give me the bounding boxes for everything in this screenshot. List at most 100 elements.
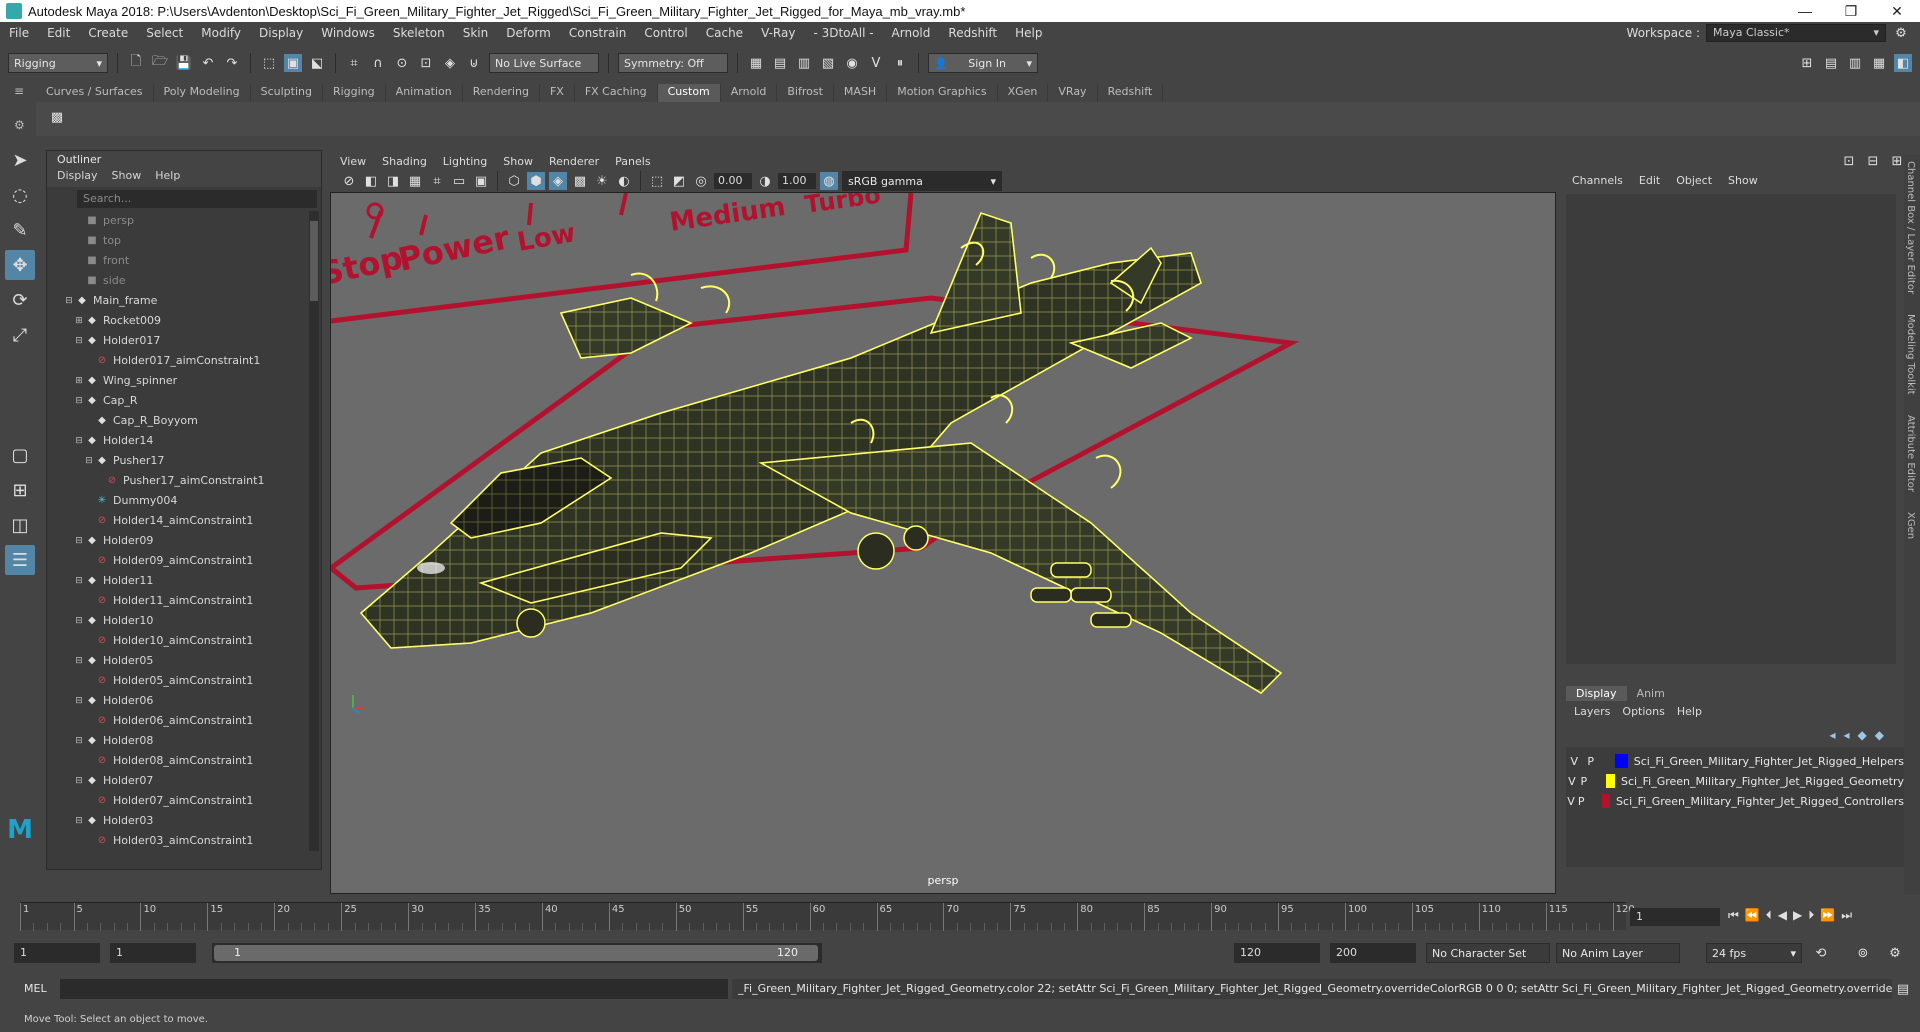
outliner-search[interactable]: Search... [77,190,317,208]
expand-toggle-icon[interactable]: ⊞ [73,311,85,331]
layer-playback-toggle[interactable]: P [1578,775,1590,788]
outliner-row[interactable]: ⊟ ◆ Holder08 [47,731,309,751]
shelf-tab-arnold[interactable]: Arnold [721,84,778,102]
textured-icon[interactable]: ▩ [571,172,589,190]
select-camera-icon[interactable]: ⊘ [340,172,358,190]
menu-display[interactable]: Display [250,26,312,40]
bookmark-icon[interactable]: ◨ [384,172,402,190]
command-input[interactable] [60,979,728,999]
outliner-row[interactable]: ⊟ ◆ Holder06 [47,691,309,711]
color-space-dropdown[interactable]: sRGB gamma ▾ [842,171,1002,191]
outliner-row[interactable]: ⊘ Holder017_aimConstraint1 [47,351,309,371]
expand-toggle-icon[interactable]: ⊟ [73,811,85,831]
outliner-row[interactable]: ⊟ ◆ Holder05 [47,651,309,671]
expand-toggle-icon[interactable]: ⊟ [73,531,85,551]
outliner-row[interactable]: ■ top [47,231,309,251]
loop-icon[interactable]: ⟲ [1812,944,1830,962]
expand-toggle-icon[interactable]: ⊟ [73,651,85,671]
outliner-row[interactable]: ⊘ Holder07_aimConstraint1 [47,791,309,811]
layer-menu-layers[interactable]: Layers [1574,705,1610,718]
shelf-tab-curves-surfaces[interactable]: Curves / Surfaces [36,84,154,102]
xray-icon[interactable]: ◩ [670,172,688,190]
step-back-frame-icon[interactable]: ⏴ [1766,908,1772,923]
menu-skeleton[interactable]: Skeleton [384,26,454,40]
channel-box-icon-a[interactable]: ⊡ [1840,152,1858,170]
ipr-render-icon[interactable]: ▥ [795,54,813,72]
outliner-row[interactable]: ✳ Dummy004 [47,491,309,511]
image-plane-icon[interactable]: ▦ [406,172,424,190]
play-forwards-icon[interactable]: ▶ [1793,908,1802,923]
menu-deform[interactable]: Deform [497,26,560,40]
minimize-button[interactable]: — [1782,3,1828,20]
outliner-row[interactable]: ■ persp [47,211,309,231]
outliner-menu-display[interactable]: Display [57,169,98,187]
exposure-field[interactable]: 0.00 [714,173,752,189]
shelf-tab-vray[interactable]: VRay [1048,84,1098,102]
outliner-row[interactable]: ⊟ ◆ Holder017 [47,331,309,351]
outliner-layout-icon[interactable]: ☰ [5,545,35,575]
layer-move-up-icon[interactable]: ◂ [1829,728,1835,742]
viewport-menu-panels[interactable]: Panels [615,155,650,168]
playback-end-field[interactable]: 120 [1234,943,1320,963]
outliner-row[interactable]: ⊟ ◆ Holder03 [47,811,309,831]
shelf-tab-xgen[interactable]: XGen [998,84,1049,102]
layer-row[interactable]: V P Sci_Fi_Green_Military_Fighter_Jet_Rigg… [1566,751,1904,771]
layer-row[interactable]: V P Sci_Fi_Green_Military_Fighter_Jet_Rigg… [1566,791,1904,811]
wireframe-icon[interactable]: ⬡ [505,172,523,190]
outliner-row[interactable]: ⊞ ◆ Rocket009 [47,311,309,331]
snap-point-icon[interactable]: ⊙ [393,54,411,72]
anim-prefs-icon[interactable]: ⚙ [1886,944,1904,962]
fps-dropdown[interactable]: 24 fps ▾ [1706,943,1802,963]
viewport-menu-view[interactable]: View [340,155,366,168]
outliner-row[interactable]: ⊟ ◆ Pusher17 [47,451,309,471]
menuset-dropdown[interactable]: Rigging ▾ [8,53,108,73]
menu-modify[interactable]: Modify [192,26,250,40]
current-frame-field[interactable]: 1 [1630,908,1720,926]
gear-icon[interactable]: ⚙ [14,118,25,132]
expand-toggle-icon[interactable]: ⊞ [73,371,85,391]
menu-3dtoall[interactable]: - 3DtoAll - [804,26,882,40]
gamma-field[interactable]: 1.00 [778,173,816,189]
save-scene-icon[interactable]: 💾 [175,54,193,72]
wireframe-on-shaded-icon[interactable]: ◈ [549,172,567,190]
layer-color-swatch[interactable] [1605,774,1616,788]
expand-toggle-icon[interactable]: ⊟ [73,431,85,451]
gear-icon[interactable]: ⚙ [1892,24,1910,42]
channel-menu-edit[interactable]: Edit [1639,174,1660,187]
menu-skin[interactable]: Skin [454,26,498,40]
expand-toggle-icon[interactable]: ⊟ [63,291,75,311]
grid-icon[interactable]: ⌗ [428,172,446,190]
undo-icon[interactable]: ↶ [199,54,217,72]
layout-icon[interactable]: ◧ [1894,54,1912,72]
outliner-row[interactable]: ⊘ Holder10_aimConstraint1 [47,631,309,651]
side-tab-attribute-editor[interactable]: Attribute Editor [1905,415,1916,492]
outliner-row[interactable]: ⊟ ◆ Holder09 [47,531,309,551]
step-forward-frame-icon[interactable]: ⏵ [1808,908,1814,923]
outliner-row[interactable]: ■ front [47,251,309,271]
close-button[interactable]: ✕ [1874,3,1920,20]
outliner-row[interactable]: ⊟ ◆ Main_frame [47,291,309,311]
anim-end-field[interactable]: 200 [1330,943,1416,963]
menu-constrain[interactable]: Constrain [560,26,636,40]
workspace-dropdown[interactable]: Maya Classic* ▾ [1706,24,1886,42]
shelf-tab-rendering[interactable]: Rendering [463,84,540,102]
side-tab-channel-box-layer-editor[interactable]: Channel Box / Layer Editor [1905,161,1916,294]
vray-icon[interactable]: Ⅴ [867,54,885,72]
go-to-start-icon[interactable]: ⏮ [1728,908,1739,923]
gamma-icon[interactable]: ◑ [756,172,774,190]
layer-visibility-toggle[interactable]: V [1566,755,1582,768]
menu-control[interactable]: Control [635,26,696,40]
menu-cache[interactable]: Cache [697,26,752,40]
shelf-tab-poly-modeling[interactable]: Poly Modeling [154,84,251,102]
film-gate-icon[interactable]: ▭ [450,172,468,190]
outliner-menu-help[interactable]: Help [155,169,180,187]
channel-menu-show[interactable]: Show [1728,174,1758,187]
viewport-persp[interactable]: Stop Power Low Medium Turbo persp [330,192,1556,894]
layer-tab-anim[interactable]: Anim [1627,686,1675,701]
menu-file[interactable]: File [0,26,38,40]
outliner-row[interactable]: ⊘ Holder08_aimConstraint1 [47,751,309,771]
viewport-menu-show[interactable]: Show [503,155,533,168]
symmetry-dropdown[interactable]: Symmetry: Off [618,53,728,73]
modeling-toolkit-icon[interactable]: ⊞ [1798,54,1816,72]
expand-toggle-icon[interactable]: ⊟ [73,331,85,351]
